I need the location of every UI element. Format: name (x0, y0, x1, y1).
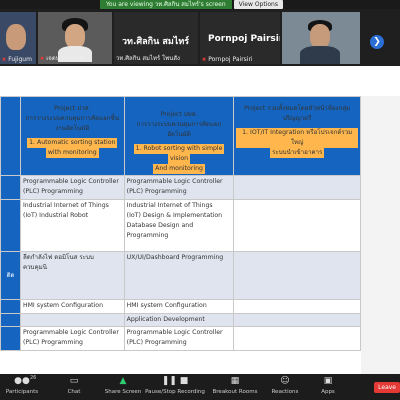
participant-tile[interactable] (282, 12, 360, 64)
breakout-rooms-button[interactable]: ▦ Breakout Rooms (208, 374, 262, 400)
table-cell: HMI system Configuration (19, 299, 125, 314)
participant-name: ✖ Fujigum (2, 56, 32, 63)
header-cell: Project ปวส. การวางระบบควบคุมการคัดแยกชิ… (19, 96, 125, 176)
participant-video (6, 24, 26, 50)
table-row: ติด ลีดกำลังไฟ ดอมิโนส ระบบ ควบคุมนิ UX/U… (0, 251, 361, 300)
table-cell (233, 326, 361, 351)
participants-count: 26 (30, 375, 37, 381)
table-row: Industrial Internet of Things (IoT) Indus… (0, 199, 361, 252)
zoom-window: You are viewing วท.ศิลกิน สมไทร์'s scree… (0, 0, 400, 400)
header-cell: Project ปทส. การวางระบบควบคุมการคัดแยกอั… (123, 96, 235, 176)
share-screen-icon: ▲ (119, 376, 127, 386)
header-highlight: 1. IOT/IT Integration หรือโปรเจกต์รวมใหญ… (236, 128, 358, 148)
table-cell (233, 313, 361, 327)
participant-tile[interactable]: วท.ศิลกิน สมไทร์ วท.ศิลกิน สมไทร์ โพนสัง (114, 12, 198, 64)
participant-display-name: วท.ศิลกิน สมไทร์ (122, 37, 190, 47)
reactions-icon: ☺ (280, 376, 290, 386)
table-cell: Industrial Internet of Things (IoT) Indus… (19, 199, 125, 252)
header-highlight: vision (168, 154, 191, 164)
header-cell: Project รวมทั้งหมดโดยหัวหน้าห้องกลุ่ม ปร… (233, 96, 361, 176)
shared-screen: Project ปวส. การวางระบบควบคุมการคัดแยกชิ… (0, 66, 400, 374)
table-cell: Programmable Logic Controller (PLC) Progr… (123, 175, 235, 200)
share-banner: You are viewing วท.ศิลกิน สมไทร์'s scree… (100, 0, 283, 9)
meeting-toolbar: ●● 26 Participants ▭ Chat ▲ Share Screen… (0, 374, 400, 400)
table-cell: ลีดกำลังไฟ ดอมิโนส ระบบ ควบคุมนิ (19, 251, 125, 300)
recording-button[interactable]: ❚❚ ■ Pause/Stop Recording (142, 374, 208, 400)
header-text: Project ปทส. การวางระบบควบคุมการคัดแยกอั… (136, 111, 222, 138)
table-cell: Programmable Logic Controller (PLC) Progr… (19, 326, 125, 351)
table-cell: Programmable Logic Controller (PLC) Progr… (19, 175, 125, 200)
header-highlight: ระบบนำเข้าอาคาร (270, 148, 325, 158)
participant-name: ✖ เจตนา เพิ่มทรัพ (40, 55, 87, 62)
row-label-cell (0, 299, 21, 314)
row-label-cell (0, 199, 21, 252)
table-cell: Application Development (123, 313, 235, 327)
participant-tile[interactable]: ✖ Fujigum (0, 12, 36, 64)
breakout-rooms-icon: ▦ (230, 376, 240, 386)
table-header-row: Project ปวส. การวางระบบควบคุมการคัดแยกชิ… (0, 96, 361, 176)
header-highlight: And monitoring (153, 164, 205, 174)
next-page-icon[interactable]: ❯ (370, 35, 384, 49)
participant-tile[interactable]: ✖ เจตนา เพิ่มทรัพ (38, 12, 112, 64)
table-cell (233, 199, 361, 252)
table-row: Programmable Logic Controller (PLC) Progr… (0, 175, 361, 200)
table-cell: HMI system Configuration (123, 299, 235, 314)
table-row: HMI system Configuration HMI system Conf… (0, 299, 361, 314)
row-label-cell (0, 175, 21, 200)
reactions-button[interactable]: ☺ Reactions (262, 374, 308, 400)
header-highlight: 1. Robot sorting with simple (133, 144, 225, 154)
table-cell (19, 313, 125, 327)
project-table: Project ปวส. การวางระบบควบคุมการคัดแยกชิ… (0, 96, 361, 351)
row-label-cell: ติด (0, 251, 21, 300)
share-screen-button[interactable]: ▲ Share Screen (104, 374, 142, 400)
chat-button[interactable]: ▭ Chat (44, 374, 104, 400)
chat-icon: ▭ (69, 376, 79, 386)
apps-button[interactable]: ▣ Apps (308, 374, 348, 400)
participant-strip: ✖ Fujigum ✖ เจตนา เพิ่มทรัพ วท.ศิลกิน สมไท… (0, 9, 400, 66)
header-text: Project ปวส. การวางระบบควบคุมการคัดแยกชิ… (25, 105, 119, 132)
header-cell-blank (0, 96, 21, 176)
table-cell (233, 299, 361, 314)
participants-button[interactable]: ●● 26 Participants (0, 374, 44, 400)
leave-button[interactable]: Leave (374, 382, 400, 393)
header-highlight: 1. Automatic sorting station (27, 138, 118, 148)
row-label-cell (0, 313, 21, 327)
header-highlight: with monitoring (45, 148, 99, 158)
pause-recording-icon: ❚❚ ■ (161, 376, 189, 386)
share-status-text: You are viewing วท.ศิลกิน สมไทร์'s scree… (100, 0, 232, 9)
participant-tile[interactable]: Pornpoj Pairsiri ✖ Pornpoj Pairsiri (200, 12, 280, 64)
apps-icon: ▣ (323, 376, 333, 386)
participant-display-name: Pornpoj Pairsiri (208, 34, 280, 44)
header-text: Project รวมทั้งหมดโดยหัวหน้าห้องกลุ่ม ปร… (244, 105, 351, 122)
participant-name: ✖ Pornpoj Pairsiri (202, 56, 253, 63)
participants-icon: ●● (14, 376, 30, 386)
row-label-cell (0, 326, 21, 351)
mic-muted-icon: ✖ (2, 57, 7, 63)
mic-muted-icon: ✖ (40, 56, 45, 62)
table-cell (233, 175, 361, 200)
mic-muted-icon: ✖ (202, 57, 207, 63)
table-cell (233, 251, 361, 300)
table-cell: UX/UI/Dashboard Programming (123, 251, 235, 300)
table-row: Programmable Logic Controller (PLC) Progr… (0, 326, 361, 351)
view-options-button[interactable]: View Options (233, 0, 283, 9)
participant-name: วท.ศิลกิน สมไทร์ โพนสัง (116, 55, 180, 62)
table-row: Application Development (0, 313, 361, 327)
table-cell: Programmable Logic Controller (PLC) Progr… (123, 326, 235, 351)
document-margin (361, 96, 400, 374)
table-cell: Industrial Internet of Things (IoT) Desig… (123, 199, 235, 252)
